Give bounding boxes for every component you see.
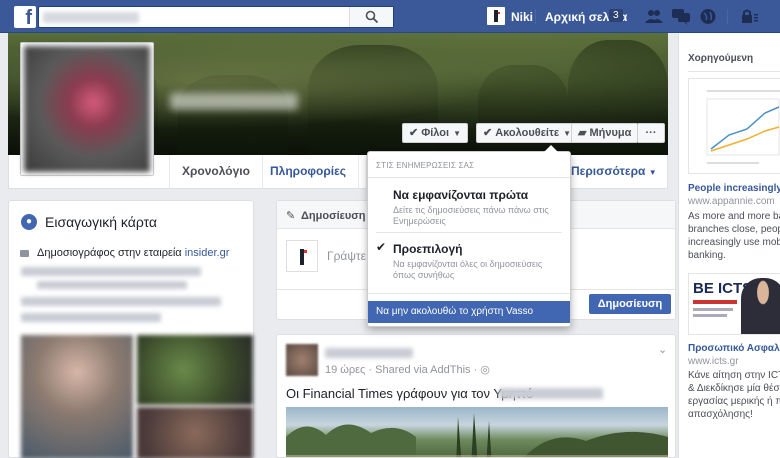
intro-detail-redacted — [21, 297, 221, 306]
notifications-globe-icon[interactable] — [699, 8, 717, 25]
intro-detail-redacted — [21, 313, 161, 322]
intro-detail-redacted — [37, 281, 187, 289]
post-author-redacted[interactable] — [325, 348, 413, 358]
divider — [368, 293, 570, 294]
post-options-chevron-icon[interactable]: ⌄ — [658, 343, 667, 356]
ad-body: Κάνε αίτηση στην ICTS H & Διεκδίκησε μία… — [688, 370, 780, 420]
more-options-button[interactable]: ··· — [637, 123, 665, 143]
menu-item-default[interactable]: ✔ Προεπιλογή Να εμφανίζονται όλες οι δημ… — [368, 233, 570, 289]
checkmark-icon: ✔ — [376, 240, 387, 254]
feed-post: 19 ώρες · Shared via AddThis · ◎ ⌄ Οι Fi… — [276, 334, 676, 458]
following-dropdown-menu: ΣΤΙΣ ΕΝΗΜΕΡΩΣΕΙΣ ΣΑΣ Να εμφανίζονται πρώ… — [367, 145, 571, 327]
user-avatar[interactable] — [487, 7, 505, 25]
menu-item-see-first[interactable]: Να εμφανίζονται πρώτα Δείτε τις δημοσιεύ… — [368, 179, 570, 231]
ad-image[interactable]: BE ICTS — [688, 273, 780, 335]
company-link[interactable]: insider.gr — [185, 247, 230, 259]
home-count-badge: 3 — [609, 9, 623, 22]
divider — [727, 9, 728, 24]
composer-tab-post[interactable]: Δημοσίευση — [301, 210, 366, 222]
profile-picture[interactable] — [20, 42, 154, 176]
ad-image[interactable] — [688, 78, 780, 174]
menu-item-unfollow[interactable]: Να μην ακολουθώ το χρήστη Vasso — [368, 301, 570, 323]
right-sidebar: Χορηγούμενη People increasingly us www.a… — [678, 33, 780, 458]
post-link-image[interactable] — [286, 407, 668, 457]
post-text: Οι Financial Times γράφουν για τον Υμηττ… — [286, 386, 534, 401]
ad-title-link[interactable]: Προσωπικό Ασφαλεία — [688, 343, 780, 354]
search-input[interactable] — [38, 6, 394, 28]
tab-about[interactable]: Πληροφορίες — [258, 155, 360, 189]
ad-title-link[interactable]: People increasingly us — [688, 183, 780, 194]
messages-icon: ▰ — [578, 127, 587, 139]
post-author-avatar[interactable] — [286, 344, 318, 376]
ad-url: www.icts.gr — [688, 356, 739, 367]
privacy-shortcuts-icon[interactable] — [740, 8, 758, 25]
following-button[interactable]: ✔ Ακολουθείτε ▼ — [476, 123, 579, 143]
globe-icon: ● — [21, 214, 37, 230]
user-name-link[interactable]: Niki — [511, 10, 533, 24]
dropdown-header: ΣΤΙΣ ΕΝΗΜΕΡΩΣΕΙΣ ΣΑΣ — [376, 161, 475, 170]
composer-input[interactable]: Γράψτε — [327, 249, 366, 263]
ad-body: As more and more bank branches close, pe… — [688, 211, 780, 261]
publish-button[interactable]: Δημοσίευση — [589, 294, 671, 314]
friend-requests-icon[interactable] — [645, 8, 663, 25]
sponsored-heading: Χορηγούμενη — [688, 53, 754, 64]
ad-person-photo — [741, 278, 780, 334]
post-meta: 19 ώρες · Shared via AddThis · ◎ — [325, 364, 490, 376]
caret-down-icon: ▼ — [648, 168, 657, 177]
post-text-redacted — [499, 388, 603, 399]
ad-url: www.appannie.com — [688, 196, 775, 207]
checkmark-icon: ✔ — [409, 127, 419, 139]
tab-more[interactable]: Περισσότερα ▼ — [571, 155, 657, 189]
divider — [368, 177, 570, 178]
caret-down-icon: ▼ — [453, 129, 461, 138]
profile-name-redacted — [170, 93, 298, 110]
intro-photo[interactable] — [137, 335, 253, 405]
intro-detail-redacted — [21, 267, 201, 276]
search-icon — [365, 10, 379, 24]
briefcase-icon — [20, 250, 29, 257]
top-bar: f Niki Αρχική σελίδα 3 — [0, 0, 780, 33]
public-globe-icon: ◎ — [480, 364, 490, 376]
divider — [688, 71, 780, 72]
facebook-logo-icon[interactable]: f — [14, 6, 36, 28]
caret-down-icon: ▼ — [563, 129, 572, 138]
intro-photo[interactable] — [137, 407, 253, 458]
intro-photo[interactable] — [21, 335, 133, 458]
messages-icon[interactable] — [672, 8, 690, 25]
tab-timeline[interactable]: Χρονολόγιο — [169, 155, 263, 189]
job-info: Δημοσιογράφος στην εταιρεία insider.gr — [37, 247, 230, 259]
search-button[interactable] — [349, 7, 393, 27]
friends-button[interactable]: ✔ Φίλοι ▼ — [402, 123, 468, 143]
intro-card: ● Εισαγωγική κάρτα Δημοσιογράφος στην ετ… — [8, 200, 254, 458]
message-button[interactable]: ▰ Μήνυμα — [571, 123, 639, 143]
checkmark-icon: ✔ — [483, 127, 493, 139]
composer-avatar — [286, 240, 318, 272]
pencil-icon: ✎ — [286, 210, 296, 222]
tab-separator — [353, 155, 367, 189]
divider — [535, 9, 536, 24]
intro-title: Εισαγωγική κάρτα — [45, 214, 158, 230]
dropdown-arrow — [544, 145, 558, 152]
search-query-redacted — [43, 12, 139, 23]
